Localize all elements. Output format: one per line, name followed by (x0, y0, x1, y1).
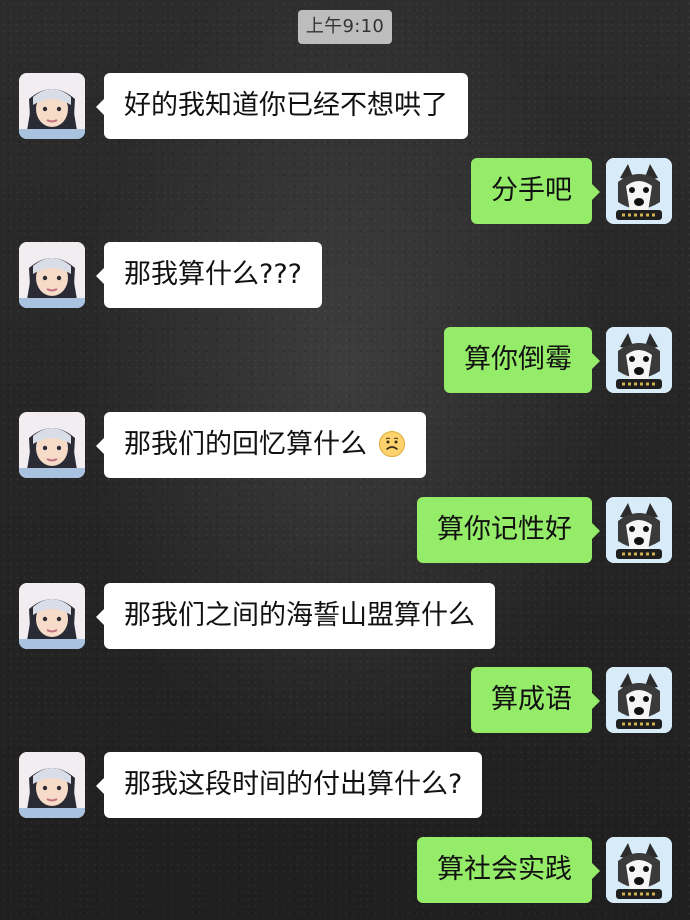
message-bubble[interactable]: 算你记性好 (417, 497, 600, 563)
girl-avatar-icon[interactable] (19, 752, 85, 818)
message-row: 分手吧 (0, 158, 690, 224)
message-bubble[interactable]: 那我这段时间的付出算什么? (95, 752, 483, 818)
sad-face-emoji-svg (378, 431, 405, 457)
husky-avatar-icon[interactable] (606, 837, 672, 903)
girl-avatar-image (19, 73, 85, 139)
message-row: 算成语 (0, 667, 690, 733)
message-text: 那我们之间的海誓山盟算什么 (124, 600, 475, 631)
girl-avatar-image (19, 752, 85, 818)
husky-avatar-icon[interactable] (606, 667, 672, 733)
message-row: 好的我知道你已经不想哄了 (0, 73, 690, 139)
husky-avatar-image (606, 837, 672, 903)
message-row: 那我这段时间的付出算什么? (0, 752, 690, 818)
husky-avatar-icon[interactable] (606, 497, 672, 563)
husky-avatar-image (606, 327, 672, 393)
message-bubble[interactable]: 那我算什么??? (96, 242, 322, 308)
message-text: 算你记性好 (437, 514, 572, 545)
message-text: 算社会实践 (437, 854, 572, 885)
husky-avatar-image (606, 497, 672, 563)
girl-avatar-icon[interactable] (19, 583, 85, 649)
chat-timestamp: 上午9:10 (298, 10, 392, 44)
husky-avatar-icon[interactable] (606, 327, 672, 393)
message-row: 算社会实践 (0, 837, 690, 903)
girl-avatar-icon[interactable] (19, 242, 85, 308)
message-text: 那我算什么??? (124, 259, 302, 290)
message-bubble[interactable]: 算成语 (471, 667, 600, 733)
girl-avatar-image (19, 583, 85, 649)
message-bubble[interactable]: 那我们的回忆算什么 (96, 412, 426, 478)
husky-avatar-image (606, 667, 672, 733)
message-text: 那我这段时间的付出算什么? (124, 769, 463, 800)
message-bubble[interactable]: 分手吧 (471, 158, 600, 224)
message-bubble[interactable]: 那我们之间的海誓山盟算什么 (96, 583, 495, 649)
girl-avatar-icon[interactable] (19, 412, 85, 478)
message-bubble[interactable]: 好的我知道你已经不想哄了 (96, 73, 468, 139)
message-text: 算你倒霉 (464, 344, 572, 375)
message-row: 算你倒霉 (0, 327, 690, 393)
sad-face-emoji-icon (378, 417, 406, 457)
message-text: 好的我知道你已经不想哄了 (124, 90, 448, 121)
husky-avatar-icon[interactable] (606, 158, 672, 224)
husky-avatar-image (606, 158, 672, 224)
girl-avatar-image (19, 242, 85, 308)
message-text: 算成语 (491, 684, 572, 715)
message-bubble[interactable]: 算你倒霉 (444, 327, 600, 393)
message-text: 那我们的回忆算什么 (124, 429, 367, 460)
girl-avatar-icon[interactable] (19, 73, 85, 139)
message-row: 那我们的回忆算什么 (0, 412, 690, 478)
message-row: 那我们之间的海誓山盟算什么 (0, 583, 690, 649)
girl-avatar-image (19, 412, 85, 478)
message-row: 算你记性好 (0, 497, 690, 563)
message-bubble[interactable]: 算社会实践 (417, 837, 600, 903)
message-row: 那我算什么??? (0, 242, 690, 308)
message-text: 分手吧 (491, 175, 572, 206)
